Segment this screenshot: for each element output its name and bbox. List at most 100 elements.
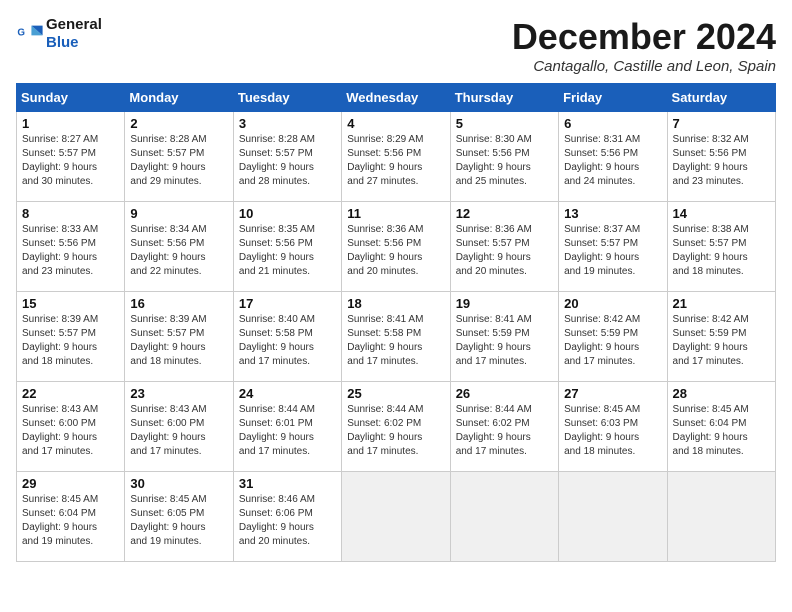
day-info: Sunrise: 8:29 AM Sunset: 5:56 PM Dayligh… (347, 133, 444, 189)
day-number: 29 (22, 476, 119, 491)
day-number: 13 (564, 206, 661, 221)
column-header-saturday: Saturday (667, 84, 775, 112)
day-info: Sunrise: 8:44 AM Sunset: 6:02 PM Dayligh… (347, 403, 444, 459)
calendar-cell: 27 Sunrise: 8:45 AM Sunset: 6:03 PM Dayli… (559, 382, 667, 472)
calendar-cell: 5 Sunrise: 8:30 AM Sunset: 5:56 PM Daylig… (450, 112, 558, 202)
calendar-cell: 28 Sunrise: 8:45 AM Sunset: 6:04 PM Dayli… (667, 382, 775, 472)
day-number: 31 (239, 476, 336, 491)
day-number: 19 (456, 296, 553, 311)
day-info: Sunrise: 8:43 AM Sunset: 6:00 PM Dayligh… (130, 403, 227, 459)
day-number: 28 (673, 386, 770, 401)
day-number: 11 (347, 206, 444, 221)
day-number: 1 (22, 116, 119, 131)
day-number: 16 (130, 296, 227, 311)
month-title: December 2024 (512, 16, 776, 58)
day-number: 26 (456, 386, 553, 401)
column-header-wednesday: Wednesday (342, 84, 450, 112)
column-header-friday: Friday (559, 84, 667, 112)
day-number: 2 (130, 116, 227, 131)
day-info: Sunrise: 8:44 AM Sunset: 6:02 PM Dayligh… (456, 403, 553, 459)
calendar-cell (450, 472, 558, 562)
day-info: Sunrise: 8:45 AM Sunset: 6:03 PM Dayligh… (564, 403, 661, 459)
day-number: 21 (673, 296, 770, 311)
calendar-cell: 26 Sunrise: 8:44 AM Sunset: 6:02 PM Dayli… (450, 382, 558, 472)
day-number: 20 (564, 296, 661, 311)
day-number: 17 (239, 296, 336, 311)
day-info: Sunrise: 8:45 AM Sunset: 6:04 PM Dayligh… (22, 493, 119, 549)
day-info: Sunrise: 8:43 AM Sunset: 6:00 PM Dayligh… (22, 403, 119, 459)
logo-icon: G (16, 20, 44, 48)
calendar-cell: 8 Sunrise: 8:33 AM Sunset: 5:56 PM Daylig… (17, 202, 125, 292)
calendar-cell (342, 472, 450, 562)
calendar-cell: 11 Sunrise: 8:36 AM Sunset: 5:56 PM Dayli… (342, 202, 450, 292)
column-header-monday: Monday (125, 84, 233, 112)
day-info: Sunrise: 8:32 AM Sunset: 5:56 PM Dayligh… (673, 133, 770, 189)
day-number: 24 (239, 386, 336, 401)
day-info: Sunrise: 8:45 AM Sunset: 6:04 PM Dayligh… (673, 403, 770, 459)
day-number: 9 (130, 206, 227, 221)
calendar-header-row: SundayMondayTuesdayWednesdayThursdayFrid… (17, 84, 776, 112)
calendar-cell: 2 Sunrise: 8:28 AM Sunset: 5:57 PM Daylig… (125, 112, 233, 202)
day-number: 27 (564, 386, 661, 401)
day-number: 30 (130, 476, 227, 491)
calendar-cell: 29 Sunrise: 8:45 AM Sunset: 6:04 PM Dayli… (17, 472, 125, 562)
calendar-cell: 25 Sunrise: 8:44 AM Sunset: 6:02 PM Dayli… (342, 382, 450, 472)
day-info: Sunrise: 8:30 AM Sunset: 5:56 PM Dayligh… (456, 133, 553, 189)
day-number: 10 (239, 206, 336, 221)
day-info: Sunrise: 8:36 AM Sunset: 5:57 PM Dayligh… (456, 223, 553, 279)
day-number: 5 (456, 116, 553, 131)
day-info: Sunrise: 8:41 AM Sunset: 5:58 PM Dayligh… (347, 313, 444, 369)
day-info: Sunrise: 8:39 AM Sunset: 5:57 PM Dayligh… (130, 313, 227, 369)
day-number: 25 (347, 386, 444, 401)
day-info: Sunrise: 8:27 AM Sunset: 5:57 PM Dayligh… (22, 133, 119, 189)
day-number: 18 (347, 296, 444, 311)
day-info: Sunrise: 8:40 AM Sunset: 5:58 PM Dayligh… (239, 313, 336, 369)
column-header-thursday: Thursday (450, 84, 558, 112)
logo-line1: General (46, 16, 102, 34)
calendar-cell: 16 Sunrise: 8:39 AM Sunset: 5:57 PM Dayli… (125, 292, 233, 382)
day-number: 23 (130, 386, 227, 401)
calendar-cell: 15Sunrise: 8:39 AM Sunset: 5:57 PM Dayli… (17, 292, 125, 382)
calendar-week-1: 1 Sunrise: 8:27 AM Sunset: 5:57 PM Daylig… (17, 112, 776, 202)
day-info: Sunrise: 8:28 AM Sunset: 5:57 PM Dayligh… (130, 133, 227, 189)
calendar-cell: 7 Sunrise: 8:32 AM Sunset: 5:56 PM Daylig… (667, 112, 775, 202)
calendar-cell: 13 Sunrise: 8:37 AM Sunset: 5:57 PM Dayli… (559, 202, 667, 292)
calendar-cell: 31Sunrise: 8:46 AM Sunset: 6:06 PM Dayli… (233, 472, 341, 562)
location: Cantagallo, Castille and Leon, Spain (512, 58, 776, 75)
column-header-sunday: Sunday (17, 84, 125, 112)
calendar-cell: 19 Sunrise: 8:41 AM Sunset: 5:59 PM Dayli… (450, 292, 558, 382)
column-header-tuesday: Tuesday (233, 84, 341, 112)
day-info: Sunrise: 8:37 AM Sunset: 5:57 PM Dayligh… (564, 223, 661, 279)
day-number: 7 (673, 116, 770, 131)
day-number: 14 (673, 206, 770, 221)
day-info: Sunrise: 8:44 AM Sunset: 6:01 PM Dayligh… (239, 403, 336, 459)
calendar-week-4: 22 Sunrise: 8:43 AM Sunset: 6:00 PM Dayli… (17, 382, 776, 472)
day-number: 22 (22, 386, 119, 401)
calendar-cell: 21Sunrise: 8:42 AM Sunset: 5:59 PM Dayli… (667, 292, 775, 382)
calendar-cell: 4Sunrise: 8:29 AM Sunset: 5:56 PM Daylig… (342, 112, 450, 202)
calendar-cell: 12 Sunrise: 8:36 AM Sunset: 5:57 PM Dayli… (450, 202, 558, 292)
logo: G General Blue (16, 16, 102, 52)
day-info: Sunrise: 8:45 AM Sunset: 6:05 PM Dayligh… (130, 493, 227, 549)
calendar-cell: 3 Sunrise: 8:28 AM Sunset: 5:57 PM Daylig… (233, 112, 341, 202)
calendar-table: SundayMondayTuesdayWednesdayThursdayFrid… (16, 83, 776, 562)
calendar-cell: 23 Sunrise: 8:43 AM Sunset: 6:00 PM Dayli… (125, 382, 233, 472)
logo-line2: Blue (46, 34, 102, 52)
day-info: Sunrise: 8:28 AM Sunset: 5:57 PM Dayligh… (239, 133, 336, 189)
day-number: 12 (456, 206, 553, 221)
day-info: Sunrise: 8:39 AM Sunset: 5:57 PM Dayligh… (22, 313, 119, 369)
title-block: December 2024 Cantagallo, Castille and L… (512, 16, 776, 75)
day-info: Sunrise: 8:34 AM Sunset: 5:56 PM Dayligh… (130, 223, 227, 279)
day-info: Sunrise: 8:38 AM Sunset: 5:57 PM Dayligh… (673, 223, 770, 279)
day-number: 8 (22, 206, 119, 221)
calendar-cell: 24 Sunrise: 8:44 AM Sunset: 6:01 PM Dayli… (233, 382, 341, 472)
day-info: Sunrise: 8:33 AM Sunset: 5:56 PM Dayligh… (22, 223, 119, 279)
day-number: 3 (239, 116, 336, 131)
calendar-cell: 18 Sunrise: 8:41 AM Sunset: 5:58 PM Dayli… (342, 292, 450, 382)
day-number: 6 (564, 116, 661, 131)
page-header: G General Blue December 2024 Cantagallo,… (16, 16, 776, 75)
day-info: Sunrise: 8:41 AM Sunset: 5:59 PM Dayligh… (456, 313, 553, 369)
day-info: Sunrise: 8:36 AM Sunset: 5:56 PM Dayligh… (347, 223, 444, 279)
svg-text:G: G (17, 27, 25, 38)
day-info: Sunrise: 8:31 AM Sunset: 5:56 PM Dayligh… (564, 133, 661, 189)
